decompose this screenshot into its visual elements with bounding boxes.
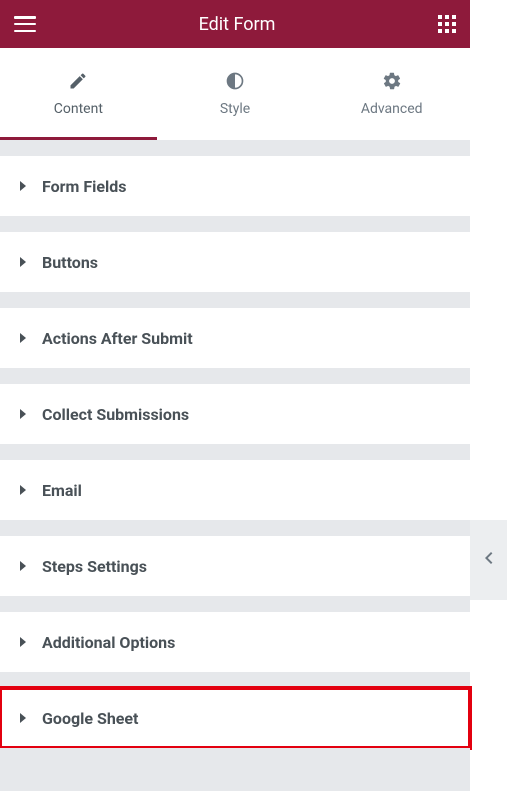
- section-label: Additional Options: [42, 633, 175, 652]
- sections-list: Form Fields Buttons Actions After Submit…: [0, 140, 470, 764]
- section-label: Collect Submissions: [42, 405, 189, 424]
- section-collect-submissions[interactable]: Collect Submissions: [0, 384, 470, 444]
- section-label: Email: [42, 481, 82, 500]
- pencil-icon: [68, 71, 88, 91]
- caret-right-icon: [20, 181, 26, 191]
- section-gap: [0, 140, 470, 156]
- section-email[interactable]: Email: [0, 460, 470, 520]
- tab-label: Advanced: [361, 101, 423, 117]
- caret-right-icon: [20, 713, 26, 723]
- panel-header: Edit Form: [0, 0, 470, 48]
- section-label: Steps Settings: [42, 557, 147, 576]
- caret-right-icon: [20, 333, 26, 343]
- section-steps-settings[interactable]: Steps Settings: [0, 536, 470, 596]
- tab-label: Style: [220, 101, 250, 117]
- section-google-sheet[interactable]: Google Sheet: [0, 688, 470, 748]
- section-label: Form Fields: [42, 177, 126, 196]
- section-label: Buttons: [42, 253, 98, 272]
- section-additional-options[interactable]: Additional Options: [0, 612, 470, 672]
- section-gap: [0, 292, 470, 308]
- section-buttons[interactable]: Buttons: [0, 232, 470, 292]
- section-gap: [0, 368, 470, 384]
- app-root: Edit Form Content Style: [0, 0, 507, 791]
- section-gap: [0, 444, 470, 460]
- section-form-fields[interactable]: Form Fields: [0, 156, 470, 216]
- chevron-left-icon: [485, 552, 493, 568]
- apps-grid-icon[interactable]: [438, 15, 456, 33]
- caret-right-icon: [20, 485, 26, 495]
- panel-collapse-handle[interactable]: [470, 520, 507, 600]
- editor-panel: Edit Form Content Style: [0, 0, 470, 791]
- caret-right-icon: [20, 409, 26, 419]
- section-gap: [0, 596, 470, 612]
- section-label: Google Sheet: [42, 709, 138, 728]
- contrast-icon: [225, 71, 245, 91]
- section-gap: [0, 216, 470, 232]
- caret-right-icon: [20, 257, 26, 267]
- section-gap: [0, 748, 470, 764]
- tab-advanced[interactable]: Advanced: [313, 48, 470, 140]
- tabs-bar: Content Style Advanced: [0, 48, 470, 140]
- section-label: Actions After Submit: [42, 329, 193, 348]
- gear-icon: [382, 71, 402, 91]
- tab-content[interactable]: Content: [0, 48, 157, 140]
- caret-right-icon: [20, 561, 26, 571]
- tab-style[interactable]: Style: [157, 48, 314, 140]
- panel-title: Edit Form: [199, 14, 276, 35]
- hamburger-menu-icon[interactable]: [14, 16, 36, 32]
- section-actions-after-submit[interactable]: Actions After Submit: [0, 308, 470, 368]
- tab-label: Content: [54, 101, 103, 117]
- section-gap: [0, 520, 470, 536]
- section-gap: [0, 672, 470, 688]
- caret-right-icon: [20, 637, 26, 647]
